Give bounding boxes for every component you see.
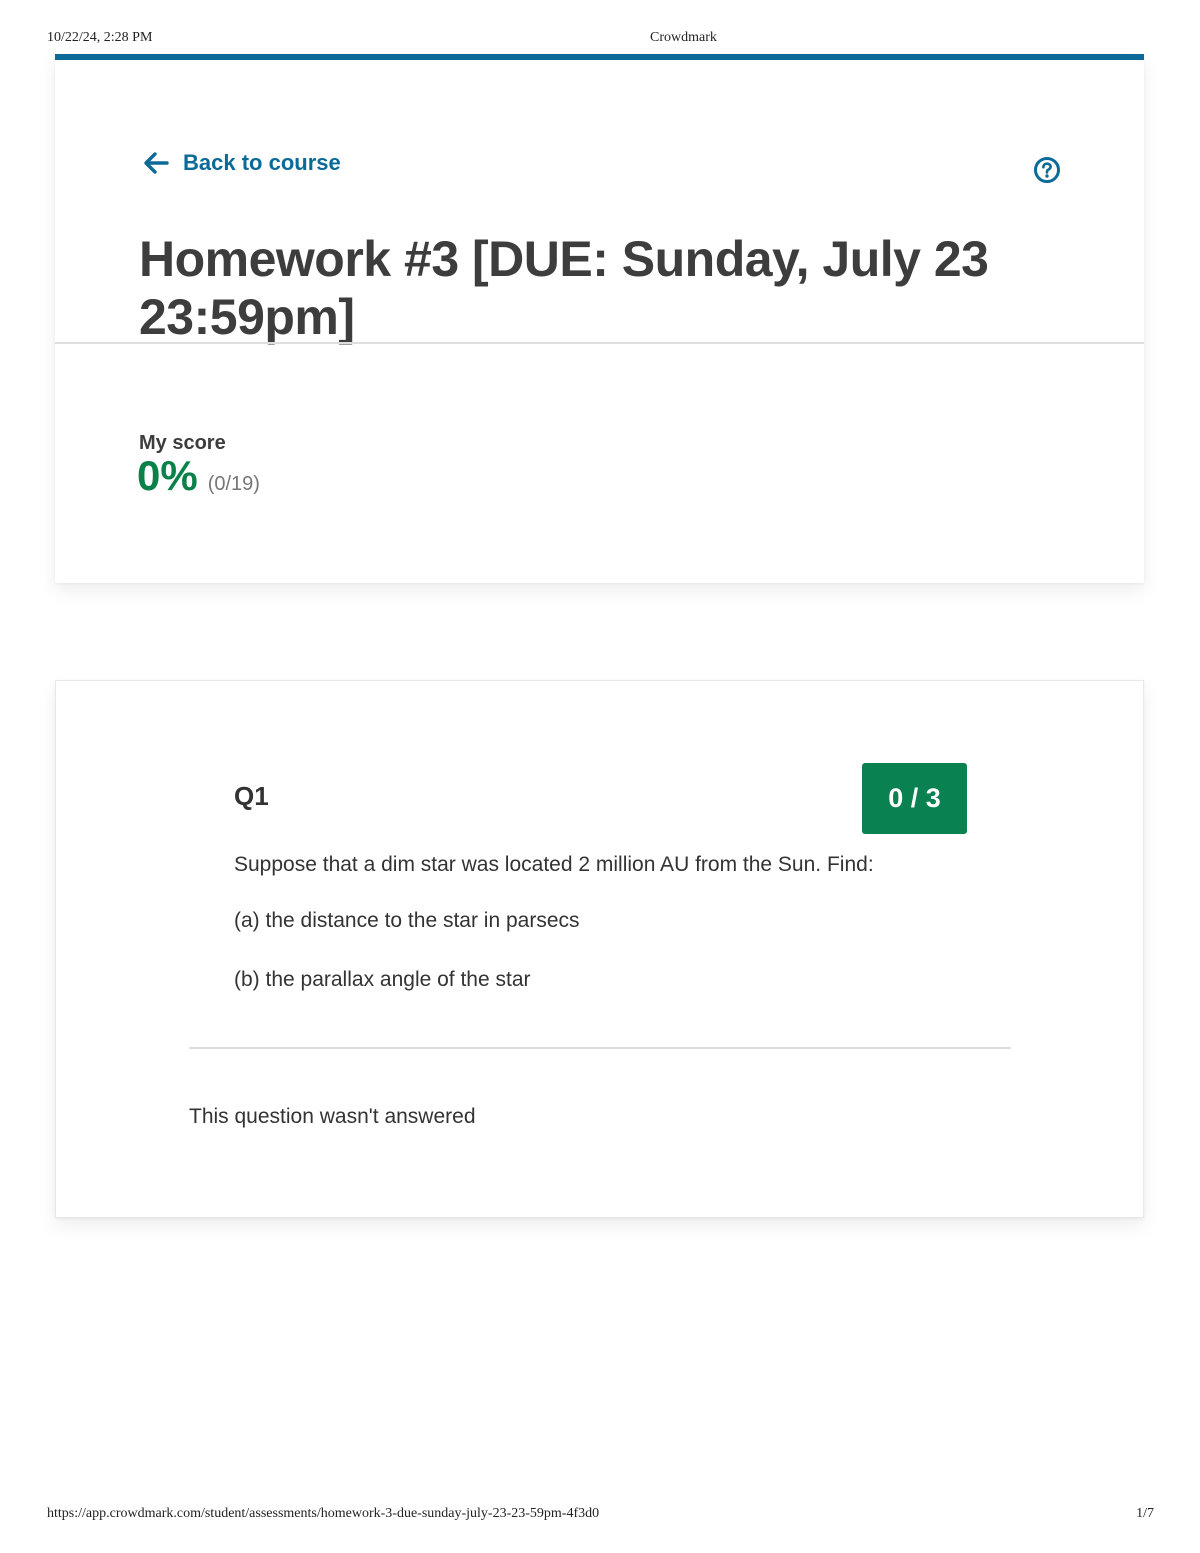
assessment-header-card: Back to course Homework #3 [DUE: Sunday,… <box>55 54 1144 583</box>
print-url: https://app.crowdmark.com/student/assess… <box>47 1506 600 1521</box>
score-summary: 0% (0/19) <box>137 452 260 500</box>
print-page-number: 1/7 <box>1136 1506 1154 1521</box>
help-button[interactable] <box>1033 156 1061 189</box>
back-to-course-label: Back to course <box>183 150 341 175</box>
back-to-course-link[interactable]: Back to course <box>143 150 341 176</box>
print-datetime: 10/22/24, 2:28 PM <box>47 30 153 45</box>
question-card-q1: Q1 0 / 3 Suppose that a dim star was loc… <box>55 680 1144 1218</box>
question-score-badge: 0 / 3 <box>862 763 967 834</box>
header-divider <box>55 342 1144 344</box>
print-footer: https://app.crowdmark.com/student/assess… <box>0 1506 1200 1526</box>
score-fraction: (0/19) <box>207 473 260 495</box>
help-circle-icon <box>1034 157 1060 183</box>
question-divider <box>189 1047 1011 1049</box>
print-header: 10/22/24, 2:28 PM Crowdmark <box>0 30 1200 50</box>
page-title: Homework #3 [DUE: Sunday, July 23 23:59p… <box>139 231 989 345</box>
question-prompt-line: Suppose that a dim star was located 2 mi… <box>234 853 874 876</box>
question-number: Q1 <box>234 781 269 811</box>
print-site-name: Crowdmark <box>650 30 717 45</box>
question-prompt-line: (a) the distance to the star in parsecs <box>234 909 580 932</box>
answer-status: This question wasn't answered <box>189 1105 476 1128</box>
question-prompt-line: (b) the parallax angle of the star <box>234 968 531 991</box>
score-percent: 0% <box>137 452 198 499</box>
arrow-left-icon <box>144 152 169 174</box>
